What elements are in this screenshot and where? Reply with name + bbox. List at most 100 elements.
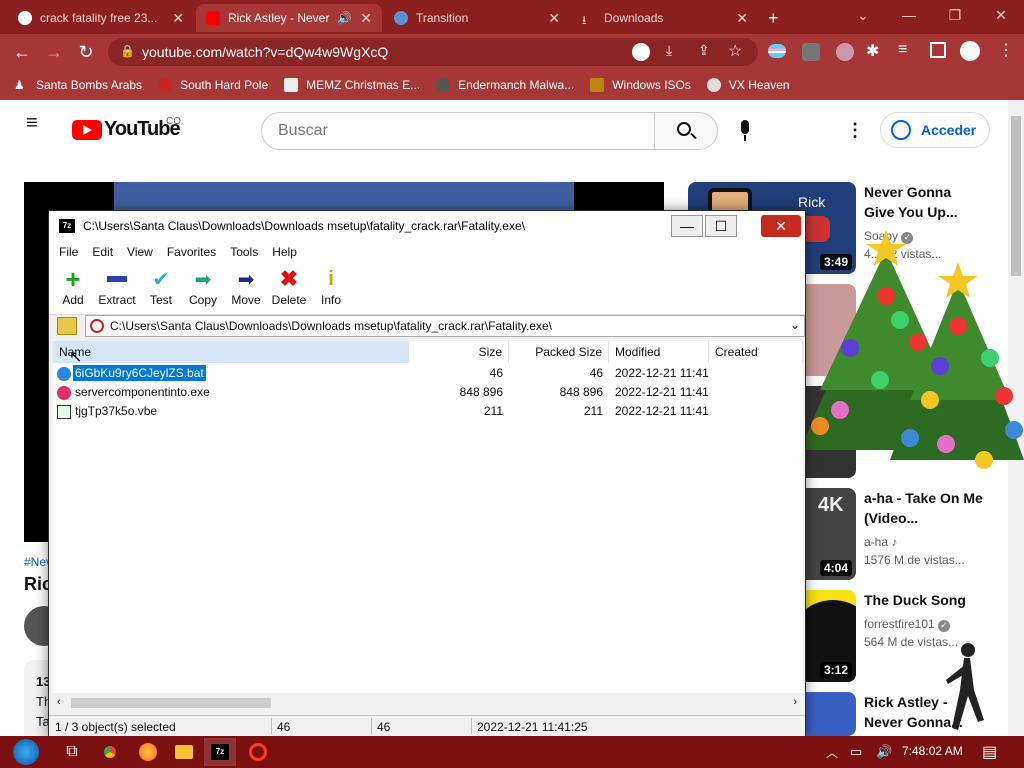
forward-icon[interactable]: → — [42, 40, 66, 64]
chrome-taskbar-icon[interactable] — [94, 738, 126, 766]
file-explorer-taskbar-icon[interactable] — [168, 738, 200, 766]
country-code: CO — [166, 116, 181, 127]
column-name[interactable]: Name — [53, 341, 409, 363]
clock[interactable]: 7:48:02 AM — [902, 744, 963, 758]
close-button[interactable]: ✕ — [978, 0, 1024, 30]
file-list[interactable]: Name Size Packed Size Modified Created 6… — [53, 341, 803, 693]
exe-file-icon — [57, 386, 71, 400]
network-icon[interactable]: ▭ — [850, 744, 862, 760]
menu-tools[interactable]: Tools — [230, 245, 258, 259]
sidepanel-icon[interactable] — [930, 42, 946, 58]
extract-button[interactable]: Extract — [95, 267, 139, 307]
bookmark-windows-isos[interactable]: Windows ISOs — [590, 78, 691, 92]
suggestion-title[interactable]: The Duck Song — [864, 590, 984, 610]
window-titlebar[interactable]: 7z C:\Users\Santa Claus\Downloads\Downlo… — [49, 211, 805, 241]
close-tab-icon[interactable]: ✕ — [548, 10, 560, 27]
column-modified[interactable]: Modified — [609, 341, 709, 363]
puzzle-icon[interactable]: ✱ — [866, 41, 879, 61]
youtube-logo-icon[interactable] — [72, 120, 102, 140]
hamburger-menu-icon[interactable]: ≡ — [26, 113, 46, 133]
menu-edit[interactable]: Edit — [92, 245, 113, 259]
7zip-taskbar-icon[interactable]: 7z — [204, 738, 236, 766]
scroll-right-icon[interactable]: › — [793, 696, 797, 708]
file-modified: 2022-12-21 11:41 — [615, 404, 709, 418]
minimize-button[interactable]: — — [886, 0, 932, 30]
restore-button[interactable]: ❐ — [932, 0, 978, 30]
tray-chevron-icon[interactable]: ︿ — [826, 744, 838, 761]
menu-view[interactable]: View — [127, 245, 153, 259]
search-input[interactable]: Buscar — [261, 112, 655, 150]
column-size[interactable]: Size — [409, 341, 509, 363]
start-button[interactable] — [6, 738, 46, 766]
tab-transition[interactable]: Transition ✕ — [384, 4, 570, 32]
notifications-icon[interactable]: ▤ — [982, 742, 997, 762]
menu-icon[interactable]: ⋮ — [998, 40, 1014, 60]
app-taskbar-icon[interactable] — [242, 738, 274, 766]
path-field[interactable]: C:\Users\Santa Claus\Downloads\Downloads… — [85, 315, 805, 337]
bookmark-memz[interactable]: MEMZ Christmas E... — [284, 78, 420, 92]
speaker-icon[interactable]: 🔊 — [337, 11, 352, 25]
back-icon[interactable]: ← — [10, 40, 34, 64]
settings-more-icon[interactable]: ⋮ — [846, 120, 864, 141]
table-row[interactable]: 6iGbKu9ry6CJeylZS.bat 46 46 2022-12-21 1… — [53, 364, 803, 383]
volume-icon[interactable]: 🔊 — [876, 744, 892, 760]
maximize-button[interactable]: ☐ — [705, 215, 737, 237]
column-packed-size[interactable]: Packed Size — [509, 341, 609, 363]
delete-button[interactable]: ✖ Delete — [267, 266, 311, 307]
extension-icon[interactable] — [802, 43, 820, 61]
share-icon[interactable]: ⇪ — [698, 42, 710, 59]
scroll-left-icon[interactable]: ‹ — [57, 696, 61, 708]
suggestion-title[interactable]: Never Gonna Give You Up... — [864, 182, 984, 222]
move-button[interactable]: ➡ Move — [224, 267, 268, 308]
extension-icon[interactable] — [836, 43, 854, 61]
menu-file[interactable]: File — [59, 245, 78, 259]
sign-in-label: Acceder — [921, 122, 977, 138]
bookmark-vx-heaven[interactable]: VX Heaven — [706, 78, 790, 92]
bookmark-endermanch[interactable]: Endermanch Malwa... — [436, 78, 574, 92]
tab-youtube[interactable]: Rick Astley - Never 🔊 ✕ — [196, 4, 382, 32]
channel-name[interactable]: a-ha ♪ — [864, 535, 897, 549]
menu-favorites[interactable]: Favorites — [167, 245, 216, 259]
bookmark-south-hard-pole[interactable]: South Hard Pole — [158, 78, 268, 92]
folder-up-icon[interactable] — [57, 317, 77, 335]
minimize-button[interactable]: — — [671, 215, 703, 237]
google-icon — [18, 11, 32, 25]
info-button[interactable]: i Info — [309, 267, 353, 308]
google-lens-icon[interactable] — [632, 43, 650, 61]
close-tab-icon[interactable]: ✕ — [736, 10, 748, 27]
install-icon[interactable]: ⤓ — [666, 42, 672, 59]
tab-downloads[interactable]: ⭳ Downloads ✕ — [572, 4, 758, 32]
scroll-thumb[interactable] — [71, 698, 271, 708]
horizontal-scrollbar[interactable]: ‹ › — [53, 695, 803, 711]
close-tab-icon[interactable]: ✕ — [172, 10, 184, 27]
extension-icon[interactable] — [768, 44, 786, 58]
chevron-down-icon[interactable]: ⌄ — [790, 318, 800, 332]
windows-logo-icon — [13, 739, 39, 765]
close-tab-icon[interactable]: ✕ — [360, 10, 372, 27]
channel-name[interactable]: forrestfire101 ✓ — [864, 617, 951, 632]
test-button[interactable]: ✔ Test — [139, 267, 183, 308]
new-tab-button[interactable]: + — [762, 4, 790, 32]
firefox-taskbar-icon[interactable] — [132, 738, 164, 766]
profile-icon[interactable] — [960, 41, 980, 61]
bookmark-santa-bombs[interactable]: ♟ Santa Bombs Arabs — [14, 78, 142, 92]
reload-icon[interactable]: ↻ — [74, 40, 98, 64]
bookmark-star-icon[interactable]: ☆ — [728, 41, 742, 61]
tab-search-icon[interactable]: ⌄ — [840, 0, 886, 30]
task-view-icon[interactable]: ⧉ — [56, 738, 88, 766]
menu-help[interactable]: Help — [272, 245, 297, 259]
copy-button[interactable]: ➡ Copy — [181, 267, 225, 308]
table-row[interactable]: tjgTp37k5o.vbe 211 211 2022-12-21 11:41 — [53, 402, 803, 421]
microphone-icon[interactable] — [738, 120, 752, 142]
add-button[interactable]: + Add — [51, 264, 95, 308]
media-icon[interactable]: ≡ — [898, 41, 907, 59]
search-button[interactable] — [654, 112, 718, 150]
column-created[interactable]: Created — [709, 341, 803, 363]
address-bar[interactable]: 🔒 youtube.com/watch?v=dQw4w9WgXcQ ⤓ ⇪ ☆ — [108, 38, 758, 66]
table-row[interactable]: servercomponentinto.exe 848 896 848 896 … — [53, 383, 803, 402]
suggestion-title[interactable]: a-ha - Take On Me (Video... — [864, 488, 984, 528]
sign-in-button[interactable]: Acceder — [880, 112, 990, 148]
tab-crack-search[interactable]: crack fatality free 23... ✕ — [8, 4, 194, 32]
close-button[interactable]: ✕ — [761, 215, 801, 237]
file-size: 848 896 — [459, 385, 503, 399]
